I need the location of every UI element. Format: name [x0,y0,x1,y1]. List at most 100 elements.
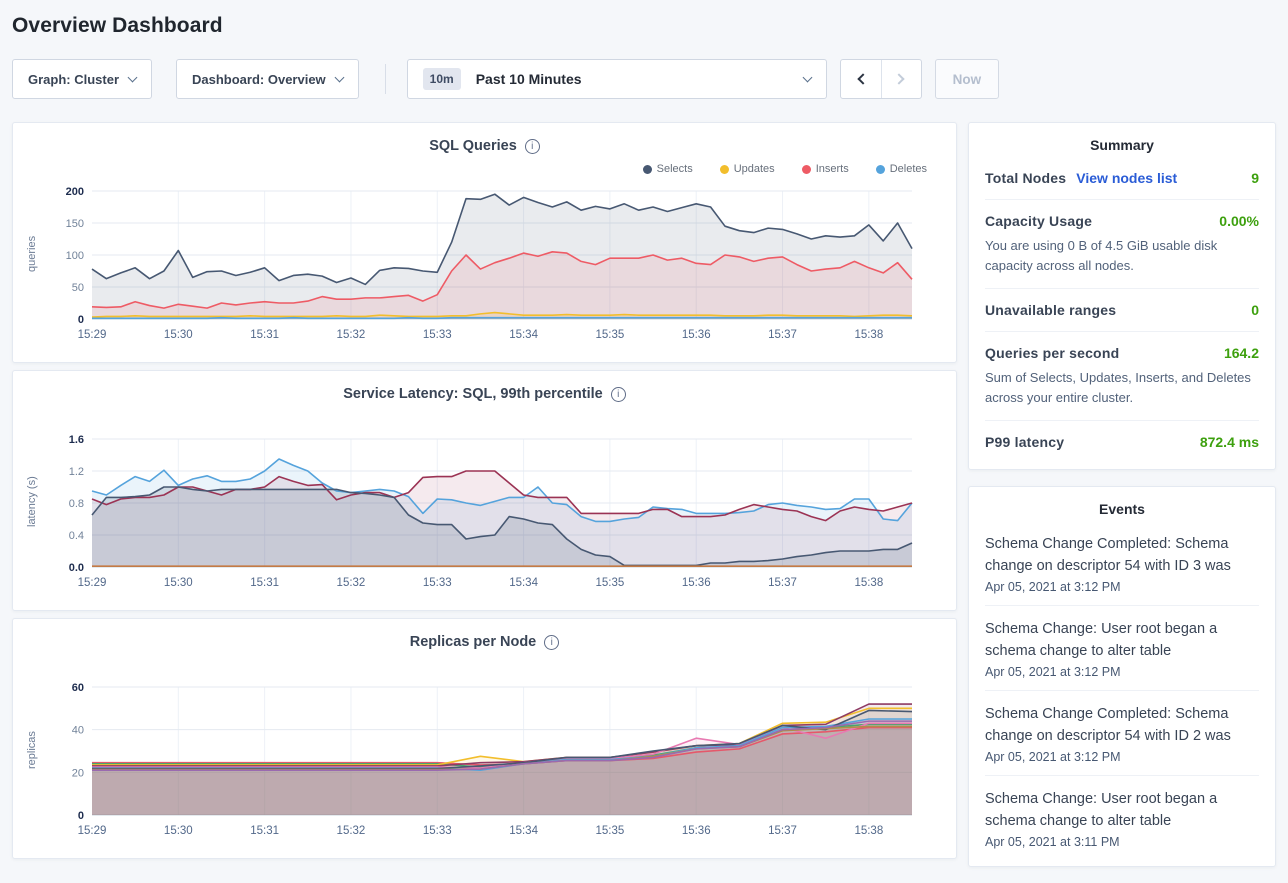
stat-value: 9 [1251,170,1259,186]
stat-description: You are using 0 B of 4.5 GiB usable disk… [985,236,1259,275]
legend-item: Deletes [876,163,927,175]
chevron-down-icon [128,72,138,82]
svg-text:15:37: 15:37 [768,825,797,837]
svg-text:60: 60 [72,682,84,694]
svg-text:15:35: 15:35 [596,577,625,589]
info-icon[interactable]: i [544,635,559,650]
event-item: Schema Change Completed: Schema change o… [985,691,1259,776]
sidebar: Summary Total Nodes View nodes list 9 Ca… [968,122,1276,883]
svg-text:15:34: 15:34 [509,577,538,589]
y-axis-label: replicas [26,675,46,825]
stat-label: Unavailable ranges [985,302,1116,318]
service-latency-card: Service Latency: SQL, 99th percentile i … [12,370,957,611]
stat-total-nodes: Total Nodes View nodes list 9 [985,157,1259,200]
stat-label: P99 latency [985,434,1064,450]
svg-text:15:32: 15:32 [337,577,366,589]
time-pager [840,59,922,99]
stat-unavailable-ranges: Unavailable ranges 0 [985,289,1259,332]
stat-label: Capacity Usage [985,213,1092,229]
legend-dot [876,165,885,174]
now-button[interactable]: Now [935,59,1000,99]
legend-item: Updates [720,163,775,175]
svg-text:0.4: 0.4 [69,530,84,542]
time-range-picker[interactable]: 10m Past 10 Minutes [407,59,827,99]
event-text: Schema Change: User root began a schema … [985,788,1259,832]
chart-title: Replicas per Node [410,634,537,650]
graph-dropdown-label: Graph: Cluster [28,72,119,87]
stat-queries-per-second: Queries per second 164.2 Sum of Selects,… [985,332,1259,421]
svg-text:15:29: 15:29 [78,577,107,589]
event-timestamp: Apr 05, 2021 at 3:12 PM [985,665,1259,679]
legend-dot [720,165,729,174]
service-latency-chart[interactable]: 15:29 15:30 15:31 15:32 15:33 15:34 15:35 15:36… [46,427,951,604]
stat-value: 872.4 ms [1200,434,1259,450]
svg-text:200: 200 [66,186,84,198]
svg-text:15:33: 15:33 [423,577,452,589]
svg-text:15:36: 15:36 [682,577,711,589]
events-panel: Events Schema Change Completed: Schema c… [968,486,1276,867]
svg-text:15:38: 15:38 [854,825,883,837]
event-text: Schema Change Completed: Schema change o… [985,703,1259,747]
prev-range-button[interactable] [841,60,881,98]
view-nodes-list-link[interactable]: View nodes list [1076,170,1177,186]
event-item: Schema Change: User root began a schema … [985,776,1259,860]
chevron-left-icon [857,73,868,84]
dashboard-dropdown-label: Dashboard: Overview [192,72,326,87]
time-range-badge: 10m [423,68,461,90]
summary-panel: Summary Total Nodes View nodes list 9 Ca… [968,122,1276,470]
legend-dot [643,165,652,174]
info-icon[interactable]: i [525,139,540,154]
svg-text:15:33: 15:33 [423,825,452,837]
sql-queries-chart[interactable]: 15:2915:3015:3115:3215:3315:3415:3515:36… [46,179,951,356]
stat-value: 164.2 [1224,345,1259,361]
stat-description: Sum of Selects, Updates, Inserts, and De… [985,368,1259,407]
svg-text:15:38: 15:38 [854,329,883,341]
svg-text:15:38: 15:38 [854,577,883,589]
legend-item: Inserts [802,163,849,175]
stat-p99-latency: P99 latency 872.4 ms [985,421,1259,463]
svg-text:15:30: 15:30 [164,825,193,837]
svg-text:100: 100 [66,250,84,262]
event-timestamp: Apr 05, 2021 at 3:11 PM [985,835,1259,849]
svg-text:15:29: 15:29 [78,329,107,341]
event-item: Schema Change: User root began a schema … [985,606,1259,691]
svg-text:15:34: 15:34 [509,825,538,837]
stat-value: 0.00% [1219,213,1259,229]
svg-text:15:31: 15:31 [250,577,279,589]
svg-text:15:30: 15:30 [164,577,193,589]
svg-text:0.0: 0.0 [69,562,84,574]
summary-title: Summary [985,137,1259,153]
dashboard-dropdown[interactable]: Dashboard: Overview [176,59,359,99]
legend-dot [802,165,811,174]
y-axis-label: queries [26,179,46,329]
svg-text:0.8: 0.8 [69,498,84,510]
next-range-button[interactable] [881,60,921,98]
svg-text:0: 0 [78,810,84,822]
svg-text:15:31: 15:31 [250,825,279,837]
stat-label: Total Nodes [985,170,1066,186]
graph-dropdown[interactable]: Graph: Cluster [12,59,152,99]
svg-text:15:36: 15:36 [682,329,711,341]
event-text: Schema Change: User root began a schema … [985,618,1259,662]
info-icon[interactable]: i [611,387,626,402]
charts-column: SQL Queries i Selects Updates Inserts Delet… [12,122,957,866]
chart-legend: Selects Updates Inserts Deletes [26,159,943,179]
event-text: Schema Change Completed: Schema change o… [985,533,1259,577]
svg-text:15:29: 15:29 [78,825,107,837]
svg-text:15:31: 15:31 [250,329,279,341]
replicas-per-node-chart[interactable]: 15:2915:3015:3115:3215:3315:3415:3515:36… [46,675,951,852]
svg-text:40: 40 [72,725,84,737]
stat-value: 0 [1251,302,1259,318]
svg-text:15:33: 15:33 [423,329,452,341]
svg-text:15:37: 15:37 [768,329,797,341]
chevron-down-icon [334,72,344,82]
svg-text:15:37: 15:37 [768,577,797,589]
time-range-label: Past 10 Minutes [476,71,804,87]
legend-item: Selects [643,163,693,175]
chart-legend [26,407,943,427]
svg-text:150: 150 [66,218,84,230]
chart-title: SQL Queries [429,138,517,154]
svg-text:0: 0 [78,314,84,326]
event-timestamp: Apr 05, 2021 at 3:12 PM [985,750,1259,764]
page-title: Overview Dashboard [0,0,1288,38]
